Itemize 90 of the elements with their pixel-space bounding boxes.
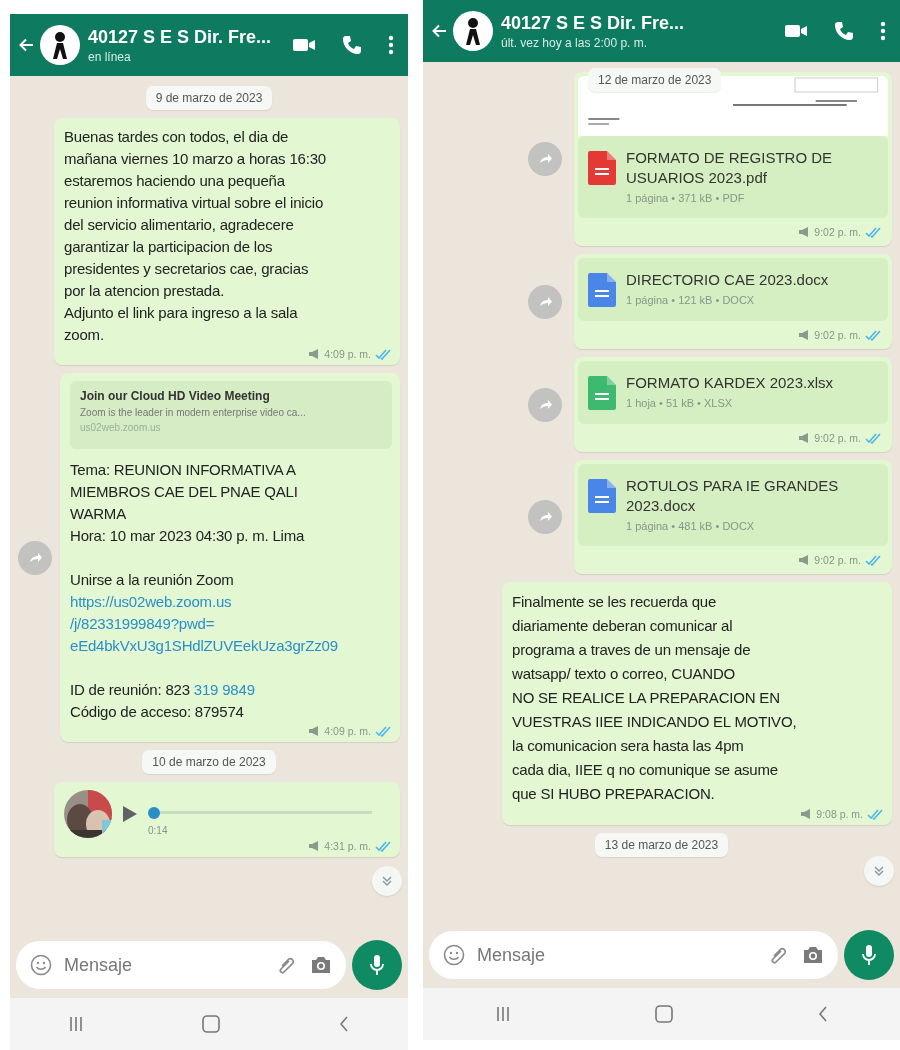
document-icon (588, 273, 616, 307)
double-chevron-down-icon (873, 865, 885, 877)
back-icon[interactable] (817, 1006, 828, 1022)
file-details: 1 página • 481 kB • DOCX (626, 520, 756, 532)
file-attachment[interactable]: DIRECTORIO CAE 2023.docx 1 página • 121 kB • DOCX (578, 258, 888, 321)
avatar-icon[interactable] (453, 11, 493, 51)
file-name: ROTULOS PARA IE GRANDES 2023.docx (626, 476, 840, 516)
file-name: DIRECTORIO CAE 2023.docx (626, 270, 829, 290)
message-time: 9:08 p. m. (816, 808, 863, 820)
avatar-icon[interactable] (40, 25, 80, 65)
file-name: FORMATO DE REGISTRO DE USUARIOS 2023.pdf (626, 148, 834, 188)
message-text: Hora: 10 mar 2023 04:30 p. m. Lima (70, 526, 305, 546)
home-icon[interactable] (202, 1015, 220, 1033)
mic-button[interactable] (844, 930, 894, 980)
message-text: Buenas tardes con todos, el dia de mañana viernes 10 marzo a horas 16:30 estaremos haciendo una pequeña reunion informativa virtual sobre el inicio del servicio alimentario, agradecere garantizar la participacion de los presidentes y secretarios cae, gracias por la atencion prestada. Adjunto el link para ingreso a la sala zoom. (64, 127, 327, 345)
date-separator: 13 de marzo de 2023 (594, 833, 729, 857)
document-icon (588, 151, 616, 185)
message-input[interactable]: Mensaje (64, 954, 264, 976)
message-time: 9:02 p. m. (814, 554, 861, 566)
mic-icon (369, 954, 385, 976)
more-options-icon[interactable] (880, 21, 886, 41)
message-text: WARMA (70, 504, 126, 524)
preview-title: Join our Cloud HD Video Meeting (80, 389, 271, 403)
date-separator: 9 de marzo de 2023 (145, 86, 273, 110)
date-separator: 10 de marzo de 2023 (142, 750, 276, 774)
preview-description: Zoom is the leader in modern enterprise video ca... (80, 407, 307, 418)
emoji-icon[interactable] (30, 954, 52, 976)
megaphone-icon (798, 555, 811, 565)
file-attachment[interactable]: FORMATO KARDEX 2023.xlsx 1 hoja • 51 kB • XLSX (578, 361, 888, 424)
message-field[interactable]: Mensaje (429, 931, 838, 979)
audio-duration: 0:14 (148, 824, 169, 836)
megaphone-icon (798, 227, 811, 237)
message-text: ID de reunión: 823 (70, 680, 190, 700)
phone-icon[interactable] (834, 21, 854, 41)
message-time: 9:02 p. m. (814, 329, 861, 341)
message-text: Tema: REUNION INFORMATIVA A (70, 460, 296, 480)
message-time: 4:09 p. m. (324, 725, 371, 737)
back-arrow-icon[interactable] (431, 23, 447, 39)
message-input[interactable]: Mensaje (477, 944, 756, 966)
emoji-icon[interactable] (443, 944, 465, 966)
message-text: Finalmente se les recuerda que diariamente deberan comunicar al programa a traves de un mensaje de watsapp/ texto o correo, CUANDO NO SE REALICE LA PREPARACION EN VUESTRAS IIEE INDICANDO EL MOTIVO, la comunicacion sera hasta las 4pm cada dia, IIEE q no comunique se asume que SI HUBO PREPARACION. (512, 592, 798, 804)
link[interactable]: eEd4bkVxU3g1SHdlZUVEekUza3grZz09 (70, 635, 338, 657)
file-attachment[interactable]: ROTULOS PARA IE GRANDES 2023.docx 1 página • 481 kB • DOCX (578, 464, 888, 546)
message-text: MIEMBROS CAE DEL PNAE QALI (70, 482, 298, 502)
file-details: 1 página • 121 kB • DOCX (626, 294, 756, 306)
document-icon (588, 376, 616, 410)
contact-name[interactable]: 40127 S E S Dir. Fre... (501, 12, 758, 34)
preview-domain: us02web.zoom.us (80, 422, 162, 433)
message-time: 9:02 p. m. (814, 432, 861, 444)
file-details: 1 página • 371 kB • PDF (626, 192, 746, 204)
megaphone-icon (308, 726, 321, 736)
video-call-icon[interactable] (784, 22, 808, 40)
megaphone-icon (308, 349, 321, 359)
date-separator: 12 de marzo de 2023 (588, 68, 722, 92)
message-text: Código de acceso: 879574 (70, 702, 244, 722)
megaphone-icon (308, 841, 321, 851)
document-thumbnail[interactable] (578, 76, 888, 136)
link-preview[interactable]: Join our Cloud HD Video Meeting Zoom is the leader in modern enterprise video ca... us02web.zoom.us (70, 381, 392, 449)
play-icon[interactable] (122, 805, 138, 823)
file-details: 1 hoja • 51 kB • XLSX (626, 397, 734, 409)
back-arrow-icon[interactable] (18, 37, 34, 53)
contact-status: en línea (88, 49, 132, 64)
video-call-icon[interactable] (292, 36, 316, 54)
recent-apps-icon[interactable] (495, 1006, 510, 1022)
file-name: FORMATO KARDEX 2023.xlsx (626, 373, 833, 393)
megaphone-icon (798, 433, 811, 443)
camera-icon[interactable] (802, 945, 824, 965)
camera-icon[interactable] (310, 955, 332, 975)
message-time: 4:09 p. m. (324, 348, 371, 360)
message-field[interactable]: Mensaje (16, 941, 346, 989)
file-attachment[interactable]: FORMATO DE REGISTRO DE USUARIOS 2023.pdf 1 página • 371 kB • PDF (578, 136, 888, 218)
mic-icon (861, 944, 877, 966)
document-icon (588, 479, 616, 513)
more-options-icon[interactable] (388, 35, 394, 55)
back-icon[interactable] (338, 1016, 349, 1032)
message-time: 4:31 p. m. (324, 840, 371, 852)
megaphone-icon (800, 809, 813, 819)
audio-progress-thumb[interactable] (148, 806, 160, 819)
message-time: 9:02 p. m. (814, 226, 861, 238)
link[interactable]: https://us02web.zoom.us (70, 591, 232, 613)
recent-apps-icon[interactable] (69, 1016, 84, 1032)
contact-status: últ. vez hoy a las 2:00 p. m. (501, 35, 649, 50)
phone-icon[interactable] (342, 35, 362, 55)
mic-button[interactable] (352, 940, 402, 990)
message-text: Unirse a la reunión Zoom (70, 570, 234, 590)
link[interactable]: /j/82331999849?pwd= (70, 613, 215, 635)
megaphone-icon (798, 330, 811, 340)
link[interactable]: 319 9849 (193, 679, 255, 701)
home-icon[interactable] (654, 1005, 673, 1023)
double-chevron-down-icon (381, 875, 393, 887)
